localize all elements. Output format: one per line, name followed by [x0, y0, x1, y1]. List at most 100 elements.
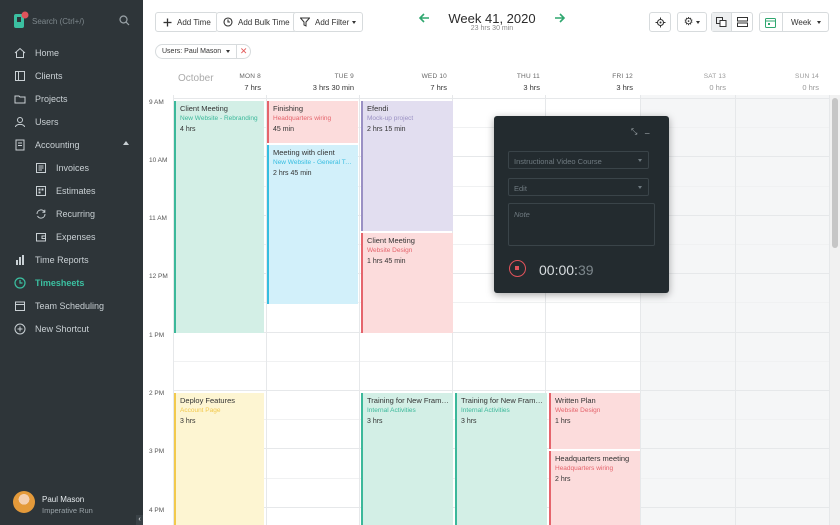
sidebar-item-clients[interactable]: Clients [0, 64, 143, 87]
expand-icon[interactable]: ⤡ [631, 128, 639, 136]
chevron-up-icon[interactable] [123, 141, 129, 145]
sidebar-item-projects[interactable]: Projects [0, 87, 143, 110]
sidebar-item-expenses[interactable]: Expenses [0, 225, 143, 248]
layout-toggle [711, 12, 753, 32]
event-deploy-features[interactable]: Deploy Features Account Page 3 hrs [174, 393, 264, 525]
event-training-wed[interactable]: Training for New Framew... Internal Acti… [361, 393, 453, 525]
scrollbar-thumb[interactable] [832, 98, 838, 248]
timer-widget: ⤡ _ Instructional Video Course Edit Note… [494, 116, 669, 293]
prev-week-arrow-icon[interactable] [418, 12, 430, 24]
remove-filter-close-icon[interactable]: ✕ [236, 44, 250, 59]
day-header-sun[interactable]: SUN 14 0 hrs [731, 73, 824, 92]
stop-timer-button[interactable] [509, 260, 526, 277]
hour-label: 12 PM [149, 273, 168, 280]
event-written-plan[interactable]: Written Plan Website Design 1 hrs [549, 393, 640, 449]
next-week-arrow-icon[interactable] [554, 12, 566, 24]
view-select-value: Week [791, 17, 812, 27]
chevron-down-icon [817, 21, 821, 24]
day-header-fri[interactable]: FRI 12 3 hrs [545, 73, 638, 92]
project-select[interactable]: Instructional Video Course [508, 151, 649, 169]
event-duration: 3 hrs [180, 418, 196, 425]
layout-compact-button[interactable] [712, 13, 733, 31]
calendar-scrollbar[interactable] [830, 95, 840, 525]
day-header-thu[interactable]: THU 11 3 hrs [452, 73, 545, 92]
sidebar-item-estimates[interactable]: Estimates [0, 179, 143, 202]
chart-icon [13, 253, 26, 266]
add-filter-label: Add Filter [315, 17, 350, 27]
add-filter-button[interactable]: Add Filter [293, 12, 364, 32]
task-select[interactable]: Edit [508, 178, 649, 196]
event-meeting-with-client[interactable]: Meeting with client New Website - Genera… [267, 145, 358, 304]
grid-row-line [173, 360, 830, 362]
event-title: Training for New Framew... [367, 396, 449, 405]
sidebar-item-recurring[interactable]: Recurring [0, 202, 143, 225]
event-client-meeting[interactable]: Client Meeting New Website - Rebranding … [174, 101, 264, 333]
event-finishing[interactable]: Finishing Headquarters wiring 45 min [267, 101, 358, 143]
estimate-icon [34, 184, 47, 197]
day-hours: 3 hrs [523, 83, 540, 92]
sidebar-item-accounting[interactable]: Accounting [0, 133, 143, 156]
day-header-sat[interactable]: SAT 13 0 hrs [638, 73, 731, 92]
minimize-icon[interactable]: _ [645, 126, 653, 134]
event-duration: 1 hrs [555, 418, 571, 425]
event-project: Mock-up project [367, 115, 414, 122]
event-efendi[interactable]: Efendi Mock-up project 2 hrs 15 min [361, 101, 453, 231]
add-bulk-time-button[interactable]: Add Bulk Time [216, 12, 297, 32]
grid-row-line [173, 331, 830, 333]
event-project: Internal Activities [461, 407, 510, 414]
event-duration: 45 min [273, 126, 295, 133]
add-time-label: Add Time [177, 17, 211, 27]
day-name: FRI 12 [612, 73, 633, 80]
day-header-mon[interactable]: MON 8 7 hrs [173, 73, 266, 92]
clock-icon [13, 276, 26, 289]
search-input[interactable]: Search (Ctrl+/) [32, 17, 84, 26]
event-duration: 4 hrs [180, 126, 196, 133]
day-hours: 7 hrs [244, 83, 261, 92]
collapse-sidebar-icon[interactable]: ‹ [136, 515, 143, 525]
view-select[interactable]: Week [759, 12, 829, 32]
day-name: SAT 13 [703, 73, 726, 80]
user-profile[interactable]: Paul Mason Imperative Run [0, 480, 143, 525]
sidebar-item-home[interactable]: Home [0, 41, 143, 64]
note-textarea[interactable]: Note [508, 203, 655, 246]
hour-label: 11 AM [149, 215, 167, 222]
sidebar-item-timesheets[interactable]: Timesheets [0, 271, 143, 294]
accounting-icon [13, 138, 26, 151]
add-bulk-time-label: Add Bulk Time [238, 17, 290, 27]
grid-row-line [173, 98, 830, 99]
event-project: New Website - General Tasks [273, 159, 354, 166]
day-name: THU 11 [516, 73, 540, 80]
calendar-grid[interactable]: 9 AM 10 AM 11 AM 12 PM 1 PM 2 PM 3 PM 4 … [143, 95, 840, 525]
event-project: Internal Activities [367, 407, 416, 414]
event-duration: 2 hrs 15 min [367, 126, 406, 133]
settings-button[interactable]: ⚙ [677, 12, 707, 32]
sidebar-item-invoices[interactable]: Invoices [0, 156, 143, 179]
day-hours: 0 hrs [709, 83, 726, 92]
sidebar-item-team-scheduling[interactable]: Team Scheduling [0, 294, 143, 317]
day-header-wed[interactable]: WED 10 7 hrs [359, 73, 452, 92]
sidebar-item-new-shortcut[interactable]: New Shortcut [0, 317, 143, 340]
sidebar-item-users[interactable]: Users [0, 110, 143, 133]
sidebar-item-label: Estimates [56, 185, 96, 196]
event-training-thu[interactable]: Training for New Framew... Internal Acti… [455, 393, 547, 525]
divider [782, 13, 783, 31]
add-time-button[interactable]: Add Time [155, 12, 218, 32]
day-header-tue[interactable]: TUE 9 3 hrs 30 min [266, 73, 359, 92]
search-icon[interactable] [119, 15, 130, 26]
stacked-layout-icon [736, 17, 748, 27]
avatar[interactable] [13, 491, 35, 513]
overlap-layout-icon [716, 17, 727, 27]
event-title: Meeting with client [273, 148, 335, 157]
user-filter-chip[interactable]: Users: Paul Mason ✕ [155, 44, 252, 59]
event-headquarters-meeting[interactable]: Headquarters meeting Headquarters wiring… [549, 451, 640, 525]
locate-button[interactable] [649, 12, 671, 32]
event-client-meeting-wed[interactable]: Client Meeting Website Design 1 hrs 45 m… [361, 233, 453, 333]
sidebar-item-label: New Shortcut [35, 323, 90, 334]
event-title: Efendi [367, 104, 389, 113]
event-project: Account Page [180, 407, 221, 414]
event-duration: 3 hrs [367, 418, 383, 425]
team-icon [13, 299, 26, 312]
sidebar-item-time-reports[interactable]: Time Reports [0, 248, 143, 271]
layout-stacked-button[interactable] [732, 13, 752, 31]
brand-logo-icon[interactable] [12, 11, 29, 31]
